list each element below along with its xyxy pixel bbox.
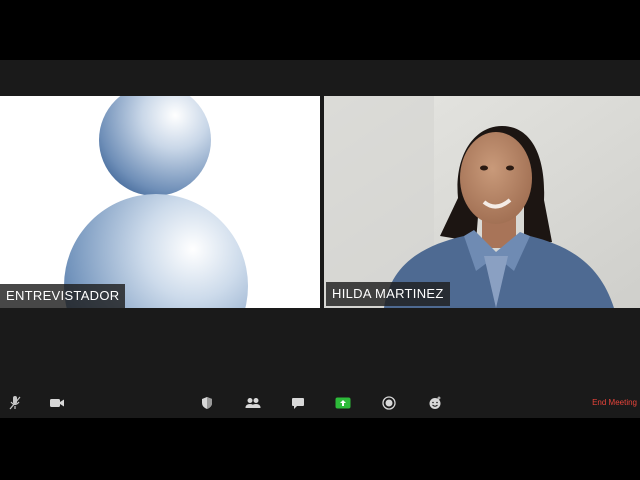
participant-tile-hilda-martinez[interactable]: HILDA MARTINEZ: [324, 96, 640, 308]
participant-video: [324, 96, 640, 308]
participant-name-tag: ENTREVISTADOR: [0, 284, 126, 308]
video-camera-icon: [50, 399, 64, 407]
mute-button[interactable]: [0, 388, 30, 418]
microphone-icon: [9, 396, 21, 410]
security-shield-icon: [202, 397, 212, 409]
top-letterbox: [0, 0, 640, 60]
participant-tile-entrevistador[interactable]: ENTREVISTADOR: [0, 96, 320, 308]
reactions-icon: [429, 396, 441, 409]
share-screen-icon: [335, 397, 351, 409]
bottom-letterbox: [0, 418, 640, 480]
participants-button[interactable]: [238, 388, 268, 418]
end-meeting-button[interactable]: End Meeting: [592, 388, 637, 418]
chat-icon: [292, 397, 304, 409]
meeting-toolbar: End Meeting: [0, 388, 640, 418]
share-screen-button[interactable]: [328, 388, 358, 418]
participants-icon: [245, 398, 261, 408]
reactions-button[interactable]: [420, 388, 450, 418]
record-icon: [382, 396, 396, 410]
security-button[interactable]: [192, 388, 222, 418]
chat-button[interactable]: [283, 388, 313, 418]
record-button[interactable]: [374, 388, 404, 418]
avatar-placeholder-icon: [64, 96, 248, 308]
video-button[interactable]: [42, 388, 72, 418]
participant-name-tag: HILDA MARTINEZ: [326, 282, 450, 306]
